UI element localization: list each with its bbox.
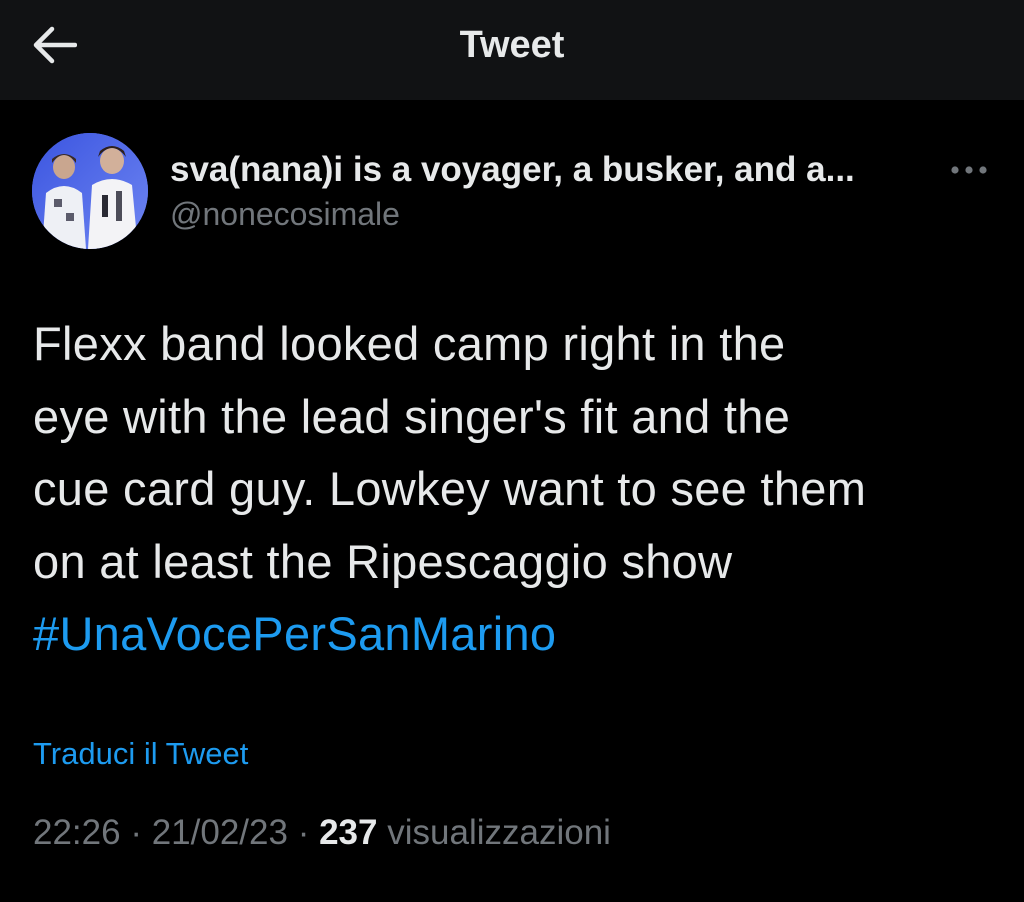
avatar[interactable] xyxy=(32,133,148,249)
tweet-detail: sva(nana)i is a voyager, a busker, and a… xyxy=(0,100,1024,902)
tweet-metadata: 22:26 · 21/02/23 · 237 visualizzazioni xyxy=(33,813,611,853)
tweet-date[interactable]: 21/02/23 xyxy=(152,813,288,852)
tweet-text: Flexx band looked camp right in the eye … xyxy=(33,308,1008,671)
hashtag-link[interactable]: #UnaVocePerSanMarino xyxy=(33,598,1008,671)
author-display-name[interactable]: sva(nana)i is a voyager, a busker, and a… xyxy=(170,150,855,190)
views-label[interactable]: visualizzazioni xyxy=(387,813,611,852)
avatar-photo xyxy=(32,133,148,249)
views-count[interactable]: 237 xyxy=(319,813,377,852)
back-button[interactable] xyxy=(26,20,82,70)
arrow-left-icon xyxy=(33,26,77,64)
tweet-text-line: eye with the lead singer's fit and the xyxy=(33,389,791,443)
translate-tweet-link[interactable]: Traduci il Tweet xyxy=(33,736,248,772)
tweet-text-line: on at least the Ripescaggio show xyxy=(33,534,733,588)
page-title: Tweet xyxy=(459,24,565,66)
top-bar: Tweet xyxy=(0,0,1024,100)
tweet-text-line: Flexx band looked camp right in the xyxy=(33,317,786,370)
more-options-icon xyxy=(951,166,987,174)
meta-separator: · xyxy=(130,813,142,852)
more-options-button[interactable] xyxy=(944,152,994,188)
meta-separator: · xyxy=(297,813,310,852)
tweet-text-line: cue card guy. Lowkey want to see them xyxy=(33,462,867,515)
author-handle[interactable]: @nonecosimale xyxy=(170,196,400,233)
tweet-time[interactable]: 22:26 xyxy=(33,813,121,852)
